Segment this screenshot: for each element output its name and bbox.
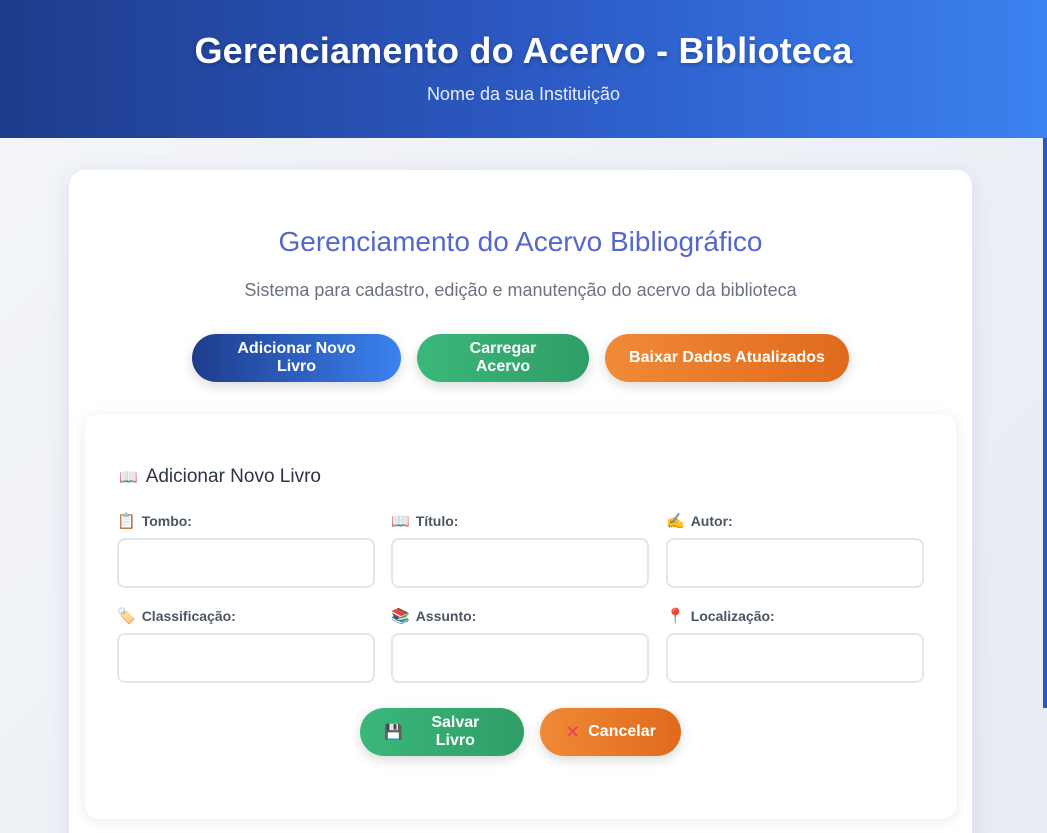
add-book-form: 📖 Adicionar Novo Livro 📋 Tombo: 📖 Título…: [85, 414, 956, 819]
cancel-label: Cancelar: [588, 723, 656, 740]
assunto-label-text: Assunto:: [415, 608, 477, 624]
localizacao-label: 📍 Localização:: [666, 607, 924, 625]
download-data-button[interactable]: Baixar Dados Atualizados: [605, 334, 849, 382]
titulo-label-text: Título:: [415, 513, 459, 529]
pin-icon: 📍: [666, 607, 685, 625]
form-buttons: 💾 Salvar Livro ✕ Cancelar: [85, 708, 956, 756]
field-titulo: 📖 Título:: [391, 512, 649, 588]
field-assunto: 📚 Assunto:: [391, 607, 649, 683]
writing-hand-icon: ✍️: [666, 512, 685, 530]
tombo-label: 📋 Tombo:: [117, 512, 375, 530]
field-tombo: 📋 Tombo:: [117, 512, 375, 588]
action-buttons: Adicionar Novo Livro Carregar Acervo Bai…: [69, 334, 972, 382]
floppy-disk-icon: 💾: [384, 723, 403, 741]
localizacao-label-text: Localização:: [690, 608, 775, 624]
load-collection-button[interactable]: Carregar Acervo: [417, 334, 589, 382]
assunto-input[interactable]: [391, 633, 649, 683]
classificacao-label-text: Classificação:: [141, 608, 236, 624]
field-autor: ✍️ Autor:: [666, 512, 924, 588]
main-card: Gerenciamento do Acervo Bibliográfico Si…: [69, 170, 972, 833]
close-icon: ✕: [565, 721, 581, 742]
books-icon: 📚: [391, 607, 410, 625]
save-book-button[interactable]: 💾 Salvar Livro: [360, 708, 524, 756]
field-localizacao: 📍 Localização:: [666, 607, 924, 683]
scrollbar[interactable]: [1043, 138, 1047, 708]
tombo-label-text: Tombo:: [141, 513, 192, 529]
page-subtitle: Sistema para cadastro, edição e manutenç…: [244, 280, 797, 300]
site-title: Gerenciamento do Acervo - Biblioteca: [194, 30, 853, 71]
classificacao-input[interactable]: [117, 633, 375, 683]
add-book-button[interactable]: Adicionar Novo Livro: [192, 334, 401, 382]
form-title: 📖 Adicionar Novo Livro: [119, 466, 321, 488]
autor-label: ✍️ Autor:: [666, 512, 924, 530]
titulo-input[interactable]: [391, 538, 649, 588]
tag-icon: 🏷️: [117, 607, 136, 625]
titulo-label: 📖 Título:: [391, 512, 649, 530]
form-title-text: Adicionar Novo Livro: [145, 466, 321, 487]
book-icon: 📖: [119, 468, 138, 486]
page-header: Gerenciamento do Acervo - Biblioteca Nom…: [0, 0, 1047, 138]
autor-input[interactable]: [666, 538, 924, 588]
autor-label-text: Autor:: [690, 513, 733, 529]
field-classificacao: 🏷️ Classificação:: [117, 607, 375, 683]
institution-name: Nome da sua Instituição: [426, 84, 621, 104]
localizacao-input[interactable]: [666, 633, 924, 683]
tombo-input[interactable]: [117, 538, 375, 588]
clipboard-icon: 📋: [117, 512, 136, 530]
book-icon: 📖: [391, 512, 410, 530]
cancel-button[interactable]: ✕ Cancelar: [540, 708, 681, 756]
save-label: Salvar Livro: [431, 714, 480, 749]
assunto-label: 📚 Assunto:: [391, 607, 649, 625]
classificacao-label: 🏷️ Classificação:: [117, 607, 375, 625]
page-title: Gerenciamento do Acervo Bibliográfico: [278, 226, 763, 257]
